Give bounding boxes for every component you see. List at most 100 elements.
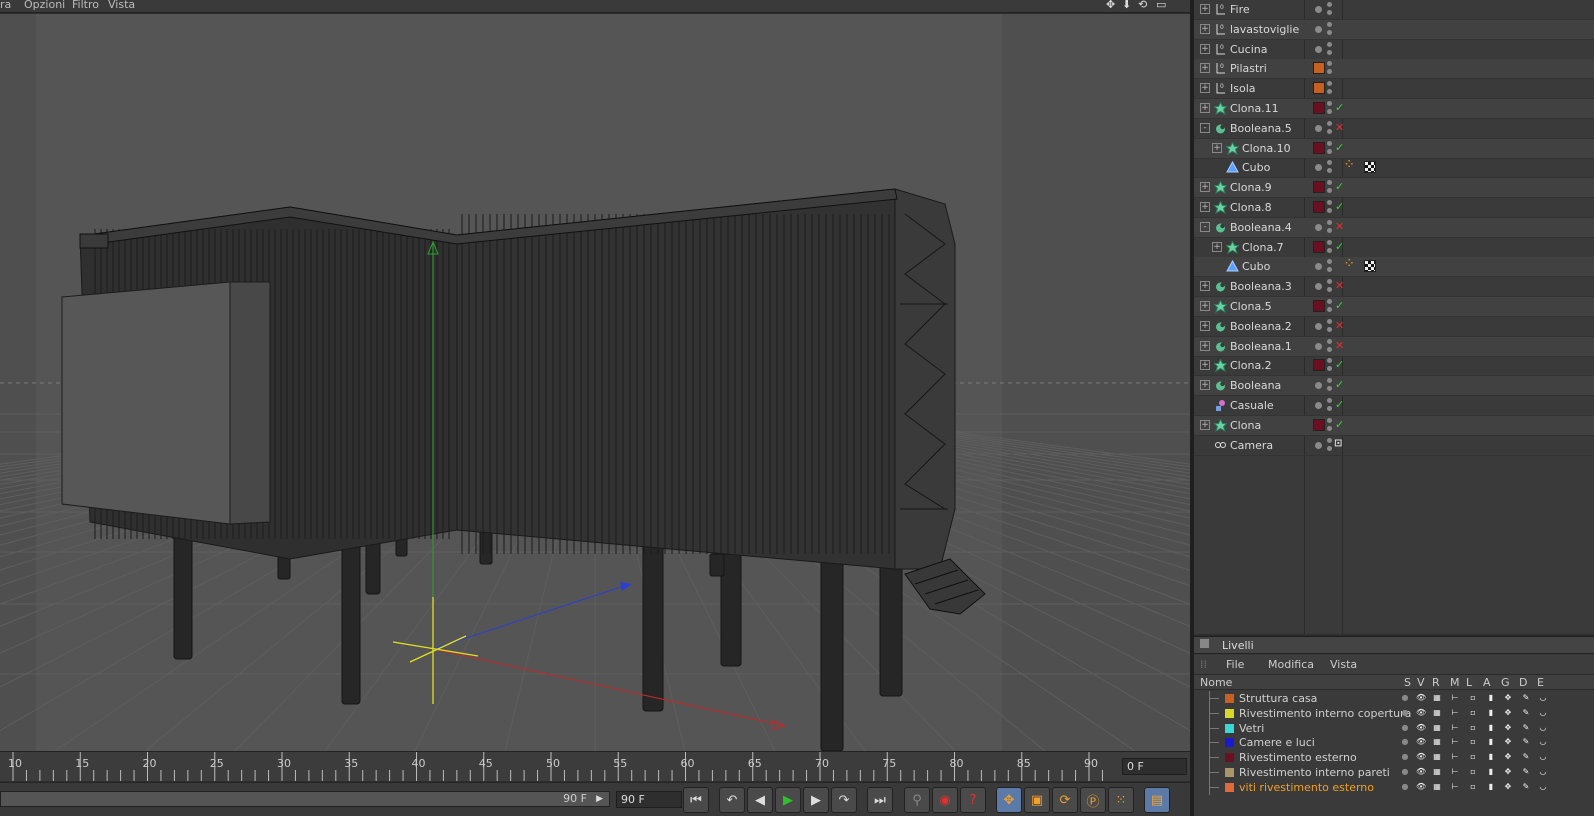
autokey-button[interactable]: ◉: [932, 787, 958, 813]
tree-expand-toggle[interactable]: -: [1200, 122, 1210, 133]
editor-visibility-dot[interactable]: [1327, 219, 1332, 225]
layer-menu-file[interactable]: File: [1226, 658, 1244, 671]
generator-toggle-icon[interactable]: ✥: [1503, 782, 1513, 792]
editor-visibility-dot[interactable]: [1327, 61, 1332, 67]
editor-visibility-dot[interactable]: [1327, 299, 1332, 304]
object-name[interactable]: Booleana.2: [1230, 320, 1292, 333]
render-visibility-dot[interactable]: [1327, 89, 1332, 95]
object-name[interactable]: Clona.10: [1242, 142, 1291, 155]
layer-color-swatch[interactable]: [1225, 768, 1234, 777]
expression-toggle-icon[interactable]: ◡: [1538, 767, 1548, 777]
layer-color-swatch[interactable]: [1225, 782, 1234, 792]
tree-expand-toggle[interactable]: -: [1200, 221, 1210, 232]
editor-visibility-dot[interactable]: [1327, 259, 1332, 265]
editor-visibility-dot[interactable]: [1327, 398, 1332, 403]
manager-toggle-icon[interactable]: ⊢: [1450, 708, 1460, 718]
render-visibility-dot[interactable]: [1327, 346, 1332, 352]
object-name[interactable]: Booleana: [1230, 379, 1281, 392]
object-name[interactable]: lavastoviglie: [1230, 23, 1299, 36]
previous-frame-button[interactable]: ◀: [747, 787, 773, 813]
panel-grip-icon[interactable]: [1200, 639, 1209, 648]
disabled-cross-icon[interactable]: ✕: [1335, 339, 1344, 352]
object-row[interactable]: - Booleana.4 ✕: [1194, 217, 1594, 238]
layer-color-swatch[interactable]: [1313, 418, 1325, 431]
layer-color-swatch[interactable]: [1313, 102, 1325, 114]
solo-toggle-icon[interactable]: ●: [1400, 693, 1410, 703]
next-key-button[interactable]: ↷: [831, 787, 857, 813]
manager-toggle-icon[interactable]: ⊢: [1450, 752, 1460, 762]
render-visibility-dot[interactable]: [1327, 29, 1332, 35]
lock-toggle-icon[interactable]: ▫: [1468, 723, 1478, 733]
generator-toggle-icon[interactable]: ✥: [1503, 752, 1513, 762]
layer-name[interactable]: Rivestimento interno copertura: [1239, 707, 1411, 720]
tree-expand-toggle[interactable]: +: [1200, 4, 1210, 14]
tree-expand-toggle[interactable]: +: [1200, 320, 1210, 331]
lock-toggle-icon[interactable]: ▫: [1468, 767, 1478, 777]
layer-dot[interactable]: [1315, 263, 1322, 271]
tree-expand-toggle[interactable]: +: [1200, 380, 1210, 391]
editor-visibility-dot[interactable]: [1327, 437, 1332, 443]
render-toggle-icon[interactable]: ▦: [1432, 767, 1442, 777]
tree-expand-toggle[interactable]: +: [1212, 142, 1222, 153]
enabled-check-icon[interactable]: ✓: [1335, 299, 1344, 312]
animation-toggle-icon[interactable]: ▮: [1486, 708, 1496, 718]
render-visibility-dot[interactable]: [1327, 267, 1332, 273]
object-row[interactable]: + Clona ✓: [1194, 415, 1594, 436]
manager-toggle-icon[interactable]: ⊢: [1450, 723, 1460, 733]
object-name[interactable]: Booleana.1: [1230, 340, 1292, 353]
render-toggle-icon[interactable]: ▦: [1432, 737, 1442, 747]
editor-visibility-dot[interactable]: [1327, 160, 1332, 166]
texture-tag-icon[interactable]: ⁘: [1345, 159, 1353, 170]
layer-column-header[interactable]: M: [1450, 676, 1460, 689]
enabled-check-icon[interactable]: ✓: [1335, 200, 1344, 213]
scale-key-button[interactable]: ▣: [1024, 787, 1050, 813]
render-toggle-icon[interactable]: ▦: [1432, 752, 1442, 762]
layer-dot[interactable]: [1315, 322, 1322, 330]
expression-toggle-icon[interactable]: ◡: [1538, 693, 1548, 703]
layer-column-header[interactable]: A: [1483, 676, 1491, 689]
object-name[interactable]: Booleana.3: [1230, 280, 1292, 293]
editor-visibility-dot[interactable]: [1327, 318, 1332, 324]
visibility-eye-icon[interactable]: 👁: [1416, 737, 1426, 747]
layer-dot[interactable]: [1315, 6, 1322, 13]
render-toggle-icon[interactable]: ▦: [1432, 693, 1442, 703]
tree-expand-toggle[interactable]: +: [1200, 360, 1210, 371]
point-level-button[interactable]: ⁙: [1108, 787, 1134, 813]
layer-name[interactable]: Rivestimento esterno: [1239, 751, 1357, 764]
deformer-toggle-icon[interactable]: ✎: [1521, 767, 1531, 777]
render-visibility-dot[interactable]: [1327, 287, 1332, 293]
object-row[interactable]: + Clona.10 ✓: [1194, 138, 1594, 159]
layer-dot[interactable]: [1315, 25, 1322, 33]
object-row[interactable]: + Booleana.1 ✕: [1194, 336, 1594, 357]
render-visibility-dot[interactable]: [1327, 386, 1332, 392]
object-row[interactable]: Camera ⊡: [1194, 436, 1594, 456]
editor-visibility-dot[interactable]: [1327, 239, 1332, 245]
layer-dot[interactable]: [1315, 402, 1322, 409]
lock-toggle-icon[interactable]: ▫: [1468, 708, 1478, 718]
layer-color-swatch[interactable]: [1313, 181, 1325, 194]
object-row[interactable]: Cubo ⁘: [1194, 257, 1594, 278]
editor-visibility-dot[interactable]: [1327, 81, 1332, 87]
deformer-toggle-icon[interactable]: ✎: [1521, 708, 1531, 718]
layer-row[interactable]: Vetri ● 👁 ▦ ⊢ ▫ ▮ ✥ ✎ ◡: [1194, 720, 1594, 736]
object-name[interactable]: Casuale: [1230, 399, 1274, 412]
tree-expand-toggle[interactable]: +: [1212, 241, 1222, 252]
object-row[interactable]: +0 Fire: [1194, 0, 1594, 20]
end-frame-field[interactable]: 90 F: [616, 791, 682, 808]
layer-color-swatch[interactable]: [1225, 738, 1234, 748]
play-button[interactable]: ▶: [775, 787, 801, 813]
render-toggle-icon[interactable]: ▦: [1432, 782, 1442, 792]
render-visibility-dot[interactable]: [1327, 10, 1332, 15]
solo-toggle-icon[interactable]: ●: [1400, 782, 1410, 792]
visibility-eye-icon[interactable]: 👁: [1416, 693, 1426, 703]
visibility-eye-icon[interactable]: 👁: [1416, 723, 1426, 733]
render-visibility-dot[interactable]: [1327, 406, 1332, 411]
enabled-check-icon[interactable]: ✓: [1335, 101, 1344, 114]
parameter-key-button[interactable]: Ⓟ: [1080, 787, 1106, 813]
layer-row[interactable]: Struttura casa ● 👁 ▦ ⊢ ▫ ▮ ✥ ✎ ◡: [1194, 691, 1594, 706]
layer-row[interactable]: Rivestimento esterno ● 👁 ▦ ⊢ ▫ ▮ ✥ ✎ ◡: [1194, 750, 1594, 766]
object-name[interactable]: Clona.7: [1242, 241, 1284, 254]
expression-toggle-icon[interactable]: ◡: [1538, 752, 1548, 762]
object-row[interactable]: Casuale ✓: [1194, 396, 1594, 416]
enabled-check-icon[interactable]: ✓: [1335, 398, 1344, 411]
